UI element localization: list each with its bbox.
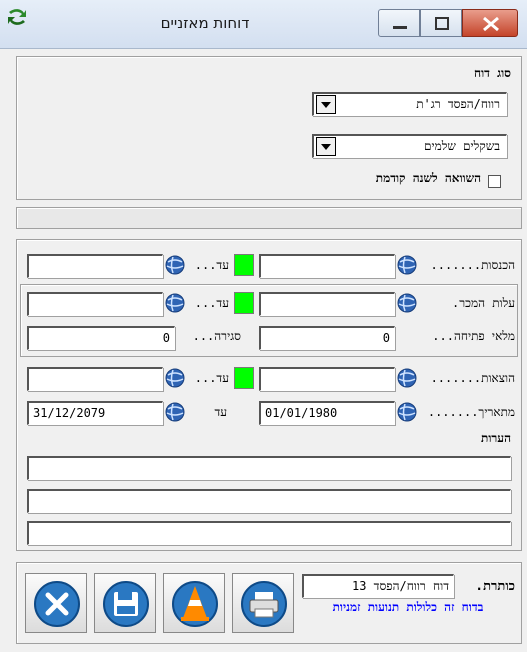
status-bar [16, 207, 522, 229]
income-to-input[interactable] [27, 254, 163, 278]
currency-select-value: בשקלים שלמים [423, 139, 500, 153]
income-color-indicator [234, 254, 254, 276]
cost-color-indicator [234, 292, 254, 314]
income-to-label: עד... [194, 258, 229, 272]
globe-icon[interactable] [396, 292, 418, 314]
expenses-label: הוצאות....... [430, 371, 515, 385]
minimize-icon [393, 26, 407, 29]
maximize-button[interactable] [420, 9, 462, 37]
close-window-button[interactable] [462, 9, 518, 37]
to-date-input[interactable]: 31/12/2079 [27, 401, 163, 425]
heading-label: כותרת. [475, 579, 515, 594]
print-button[interactable] [232, 573, 294, 633]
globe-icon[interactable] [396, 401, 418, 423]
save-button[interactable] [94, 573, 156, 633]
compare-checkbox[interactable] [488, 175, 501, 188]
chevron-down-icon [321, 144, 331, 150]
heading-input[interactable]: דוח רווח/הפסד 13 [302, 574, 454, 598]
income-label: הכנסות....... [430, 258, 515, 272]
expenses-to-input[interactable] [27, 367, 163, 391]
notes-line-1[interactable] [27, 456, 511, 480]
report-type-label: סוג דוח [473, 66, 511, 80]
cost-from-input[interactable] [259, 292, 395, 316]
expenses-color-indicator [234, 367, 254, 389]
cost-to-label: עד... [194, 296, 229, 310]
from-date-input[interactable]: 01/01/1980 [259, 401, 395, 425]
app-icon [8, 9, 26, 25]
opening-inventory-label: מלאי פתיחה... [432, 329, 515, 343]
chevron-down-icon [321, 102, 331, 108]
globe-icon[interactable] [164, 292, 186, 314]
globe-icon[interactable] [164, 401, 186, 423]
notes-line-2[interactable] [27, 489, 511, 513]
vlc-button[interactable] [163, 573, 225, 633]
opening-inventory-input[interactable]: 0 [259, 326, 395, 350]
cost-to-input[interactable] [27, 292, 163, 316]
title-bar: דוחות מאזניים [0, 0, 527, 49]
minimize-button[interactable] [378, 9, 420, 37]
globe-icon[interactable] [396, 367, 418, 389]
floppy-disk-icon [103, 581, 149, 627]
to-date-label: עד [214, 405, 227, 419]
globe-icon[interactable] [164, 254, 186, 276]
notes-label: הערות [481, 431, 511, 445]
closing-inventory-input[interactable]: 0 [27, 326, 175, 350]
dropdown-button[interactable] [316, 137, 336, 156]
report-select-value: רווח/הפסד רג'ת [416, 97, 500, 111]
close-button[interactable] [25, 573, 87, 633]
expenses-to-label: עד... [194, 371, 229, 385]
cone-icon [172, 581, 218, 627]
compare-label: השוואה לשנה קודמת [375, 171, 481, 185]
report-select[interactable]: רווח/הפסד רג'ת [312, 92, 507, 116]
report-window: דוחות מאזניים סוג דוח רווח/הפסד רג'ת בשק… [0, 0, 527, 652]
x-circle-icon [34, 581, 80, 627]
currency-select[interactable]: בשקלים שלמים [312, 134, 507, 158]
income-from-input[interactable] [259, 254, 395, 278]
cost-of-sales-label: עלות המכר. [451, 296, 515, 310]
maximize-icon [435, 17, 449, 30]
globe-icon[interactable] [164, 367, 186, 389]
dropdown-button[interactable] [316, 95, 336, 114]
notes-line-3[interactable] [27, 521, 511, 545]
window-title: דוחות מאזניים [160, 14, 250, 32]
closing-inventory-label: סגירה... [192, 329, 241, 343]
close-icon [483, 16, 499, 32]
from-date-label: מתאריך....... [427, 405, 515, 419]
globe-icon[interactable] [396, 254, 418, 276]
expenses-from-input[interactable] [259, 367, 395, 391]
printer-icon [241, 581, 287, 627]
temporary-moves-notice: בדוח זה כלולות תנועות זמניות [332, 600, 484, 614]
